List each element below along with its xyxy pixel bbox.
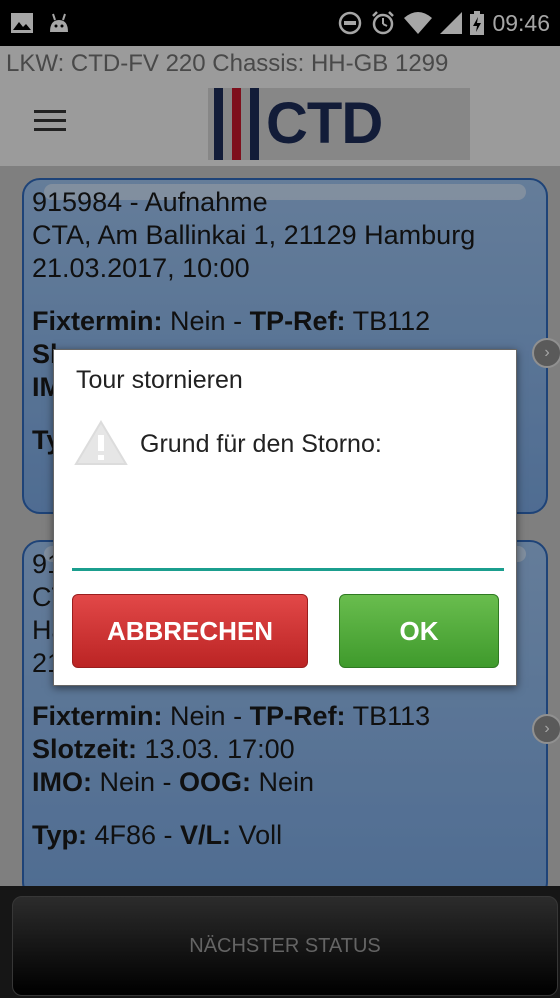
ok-button[interactable]: OK xyxy=(339,594,499,668)
cancel-button[interactable]: ABBRECHEN xyxy=(72,594,308,668)
dialog-message: Grund für den Storno: xyxy=(140,430,382,458)
warning-icon xyxy=(74,420,128,465)
cancel-tour-dialog: Tour stornieren Grund für den Storno: AB… xyxy=(53,349,517,686)
dialog-title: Tour stornieren xyxy=(76,366,243,394)
storno-reason-input[interactable] xyxy=(72,522,504,571)
